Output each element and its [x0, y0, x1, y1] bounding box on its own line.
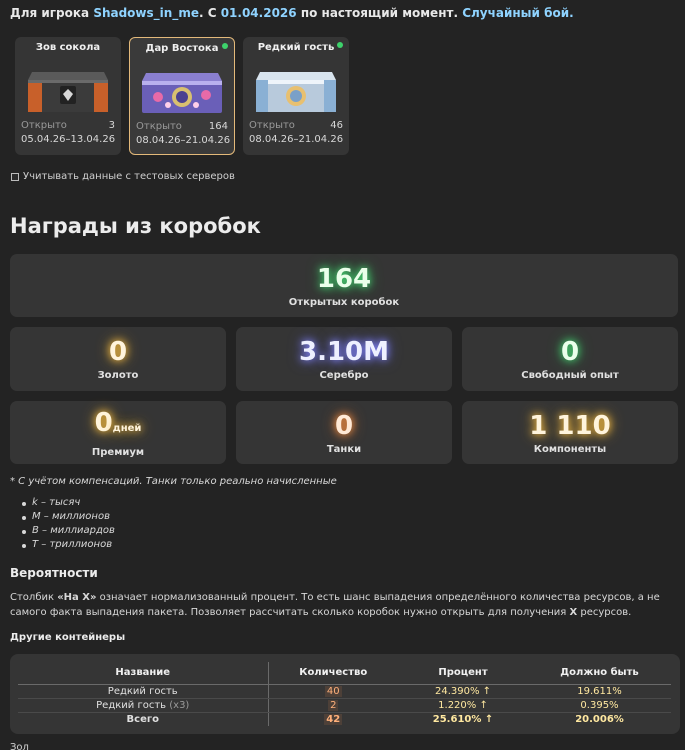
case-opened-count: 3	[108, 120, 115, 131]
para-text: ресурсов.	[577, 607, 632, 618]
col-header-qty[interactable]: Количество	[268, 662, 398, 685]
cell-total-name: Всего	[18, 712, 269, 726]
case-title: Редкий гость	[257, 42, 335, 53]
case-box-image	[138, 59, 226, 117]
test-servers-checkbox-row[interactable]: Учитывать данные с тестовых серверов	[11, 171, 235, 182]
case-opened-label: Открыто	[249, 120, 295, 131]
stat-boxes-label: Открытых коробок	[288, 296, 400, 308]
stat-silver-value: 3.10M	[298, 337, 390, 367]
case-opened-label: Открыто	[136, 121, 182, 132]
case-date-to: 21.04.26	[298, 134, 344, 145]
case-title: Зов сокола	[35, 42, 101, 53]
case-title: Дар Востока	[145, 43, 219, 54]
stat-premium-unit: дней	[112, 422, 142, 434]
stat-boxes-tile: 164 Открытых коробок	[10, 254, 678, 317]
cell-name-text: Редкий гость	[96, 699, 167, 711]
case-date-to: 21.04.26	[185, 135, 231, 146]
cell-expected: 19.611%	[528, 684, 671, 699]
next-section-heading: Зол	[10, 742, 29, 750]
case-date-from: 08.04.26	[249, 134, 294, 145]
cell-expected: 0.395%	[528, 698, 671, 713]
cell-total-qty-value: 42	[324, 713, 343, 725]
para-text: Столбик	[10, 592, 58, 603]
table-row: Редкий гость (x3) 2 1.220% ↑ 0.395%	[18, 698, 671, 713]
case-opened-label: Открыто	[21, 120, 67, 131]
case-selector: Зов сокола Открыто 3 05.04.26 – 13.04.26…	[15, 37, 349, 155]
stat-tanks-tile: 0 Танки	[236, 401, 452, 464]
other-containers-table-card: Название Количество Процент Должно быть …	[10, 654, 680, 734]
probabilities-title: Вероятности	[10, 566, 98, 580]
table-row: Редкий гость 40 24.390% ↑ 19.611%	[18, 684, 671, 699]
cell-qty: 40	[268, 684, 398, 699]
cell-name-text: Редкий гость	[107, 685, 178, 697]
stat-premium-label: Премиум	[91, 446, 145, 458]
cell-name: Редкий гость (x3)	[18, 698, 269, 713]
case-card-dar-vostoka[interactable]: Дар Востока Открыто 164 08.04.26 – 21.04…	[129, 37, 235, 155]
stat-gold-tile: 0 Золото	[10, 327, 226, 391]
stat-premium-tile: 0дней Премиум	[10, 401, 226, 464]
active-dot-icon	[222, 43, 228, 49]
stat-components-label: Компоненты	[533, 443, 607, 455]
test-servers-label: Учитывать данные с тестовых серверов	[23, 171, 235, 182]
col-header-name[interactable]: Название	[18, 662, 269, 685]
cell-total-pct: 25.610% ↑	[432, 713, 494, 725]
table-total-row: Всего 42 25.610% ↑ 20.006%	[18, 712, 671, 726]
cell-name-extra: (x3)	[169, 699, 190, 711]
header-prefix: Для игрока	[10, 6, 90, 20]
stat-premium-number: 0	[94, 407, 113, 438]
col-header-expected[interactable]: Должно быть	[528, 662, 671, 685]
cell-qty-value: 40	[324, 685, 342, 697]
header-mid: . С	[198, 6, 217, 20]
stat-free-xp-value: 0	[560, 337, 580, 367]
test-servers-checkbox[interactable]	[11, 172, 19, 181]
probabilities-description: Столбик «На X» означает нормализованный …	[10, 590, 680, 620]
case-box-image	[252, 58, 340, 116]
stat-components-tile: 1 110 Компоненты	[462, 401, 678, 464]
legend-item: k – тысяч	[22, 497, 115, 511]
stat-gold-label: Золото	[97, 370, 139, 381]
case-box-image	[24, 58, 112, 116]
stat-free-xp-tile: 0 Свободный опыт	[462, 327, 678, 391]
stat-silver-tile: 3.10M Серебро	[236, 327, 452, 391]
header-suffix: по настоящий момент.	[300, 6, 458, 20]
case-card-redkiy-gost[interactable]: Редкий гость Открыто 46 08.04.26 – 21.04…	[243, 37, 349, 155]
stat-gold-value: 0	[108, 337, 128, 367]
stat-tanks-label: Танки	[326, 443, 362, 455]
cell-pct: 1.220% ↑	[398, 698, 528, 713]
legend-item: T – триллионов	[22, 539, 115, 553]
unit-legend: k – тысяч M – миллионов B – миллиардов T…	[22, 497, 115, 553]
para-bold: «На X»	[57, 592, 97, 603]
player-name[interactable]: Shadows_in_me	[93, 6, 199, 20]
stat-silver-label: Серебро	[319, 370, 369, 381]
compensation-note: * С учётом компенсаций. Танки только реа…	[10, 476, 337, 487]
rewards-title: Награды из коробок	[10, 214, 261, 238]
case-date-to: 13.04.26	[70, 134, 116, 145]
case-opened-count: 164	[208, 121, 228, 132]
start-date[interactable]: 01.04.2026	[221, 6, 297, 20]
cell-total-qty: 42	[268, 712, 398, 726]
cell-qty-value: 2	[328, 699, 339, 711]
other-containers-table: Название Количество Процент Должно быть …	[18, 662, 671, 726]
legend-item: B – миллиардов	[22, 525, 115, 539]
battle-mode[interactable]: Случайный бой.	[462, 6, 573, 20]
case-date-from: 08.04.26	[136, 135, 181, 146]
legend-item: M – миллионов	[22, 511, 115, 525]
case-opened-count: 46	[330, 120, 343, 131]
cell-pct: 24.390% ↑	[398, 684, 528, 699]
cell-name: Редкий гость	[18, 684, 269, 699]
col-header-pct[interactable]: Процент	[398, 662, 528, 685]
page-header: Для игрока Shadows_in_me. С 01.04.2026 п…	[10, 6, 574, 20]
case-card-zov-sokola[interactable]: Зов сокола Открыто 3 05.04.26 – 13.04.26	[15, 37, 121, 155]
active-dot-icon	[337, 42, 343, 48]
stat-boxes-value: 164	[316, 263, 372, 294]
cell-total-expected: 20.006%	[575, 713, 624, 725]
other-containers-title: Другие контейнеры	[10, 632, 126, 643]
stat-free-xp-label: Свободный опыт	[521, 370, 619, 381]
stat-tanks-value: 0	[334, 410, 354, 441]
stat-components-value: 1 110	[529, 410, 611, 441]
cell-qty: 2	[268, 698, 398, 713]
case-date-from: 05.04.26	[21, 134, 66, 145]
para-text: означает нормализованный процент. То ест…	[10, 592, 660, 618]
stat-premium-value: 0дней	[95, 408, 142, 444]
